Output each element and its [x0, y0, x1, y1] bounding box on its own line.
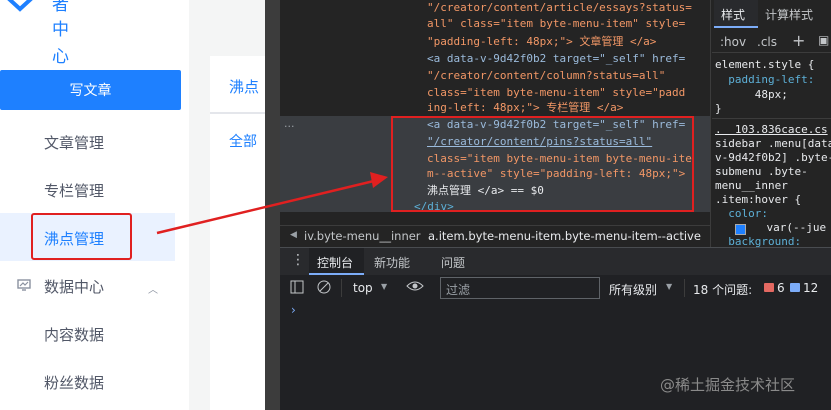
annotation-arrow — [156, 172, 388, 235]
